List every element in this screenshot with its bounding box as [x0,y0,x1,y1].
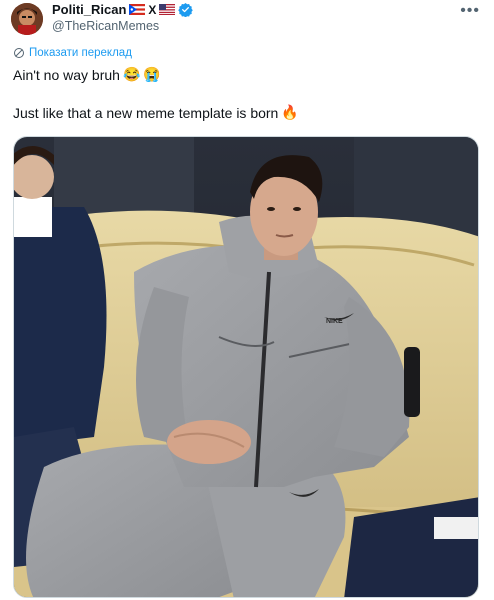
tweet-text-line-2: Just like that a new meme template is bo… [13,104,299,121]
nike-logo-text: NIKE [326,318,343,325]
tweet-media-image[interactable]: NIKE [13,136,479,598]
tweet-text-line-1: Ain't no way bruh 😂 😭 [13,66,161,83]
author-display-name[interactable]: Politi_Rican [52,2,126,17]
tweet-text-1: Ain't no way bruh [13,66,120,83]
avatar[interactable] [11,3,43,35]
fire-emoji-icon: 🔥 [281,104,299,120]
avatar-image [11,3,43,35]
translate-icon [14,48,24,58]
meme-photo: NIKE [14,137,478,597]
author-name-row[interactable]: Politi_Rican X [52,2,194,17]
sobbing-emoji-icon: 😭 [143,66,161,82]
puerto-rico-flag-icon [129,4,146,15]
usa-flag-icon [159,4,176,15]
more-options-button[interactable]: ••• [460,2,480,20]
translate-label[interactable]: Показати переклад [29,47,132,59]
tweet-text-2: Just like that a new meme template is bo… [13,104,279,121]
translate-link[interactable]: Показати переклад [13,47,132,59]
verified-badge-icon [178,2,194,17]
laughing-crying-emoji-icon: 😂 [122,66,141,82]
author-handle[interactable]: @TheRicanMemes [52,19,159,33]
x-mark: X [148,2,157,17]
